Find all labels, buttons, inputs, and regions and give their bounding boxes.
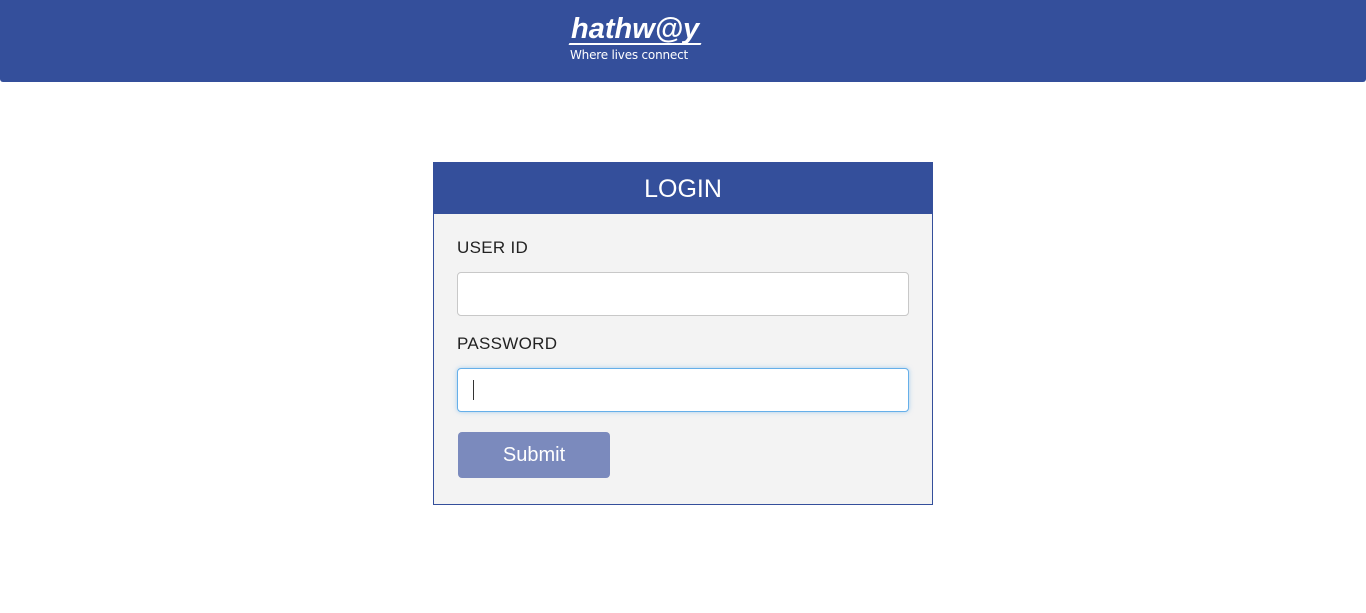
login-panel: LOGIN USER ID PASSWORD Submit [433, 162, 933, 505]
user-id-label: USER ID [457, 238, 529, 257]
logo-tagline: Where lives connect [570, 48, 688, 62]
header-bar: hathw@y Where lives connect [0, 0, 1366, 82]
user-id-input[interactable] [457, 272, 909, 316]
login-title: LOGIN [434, 163, 932, 214]
password-label: PASSWORD [457, 334, 558, 353]
hathway-logo: hathw@y Where lives connect [568, 13, 714, 65]
logo-underline [568, 43, 702, 45]
text-cursor [473, 380, 474, 400]
submit-button[interactable]: Submit [458, 432, 610, 478]
password-input[interactable] [457, 368, 909, 412]
logo-wordmark: hathw@y [571, 13, 700, 45]
